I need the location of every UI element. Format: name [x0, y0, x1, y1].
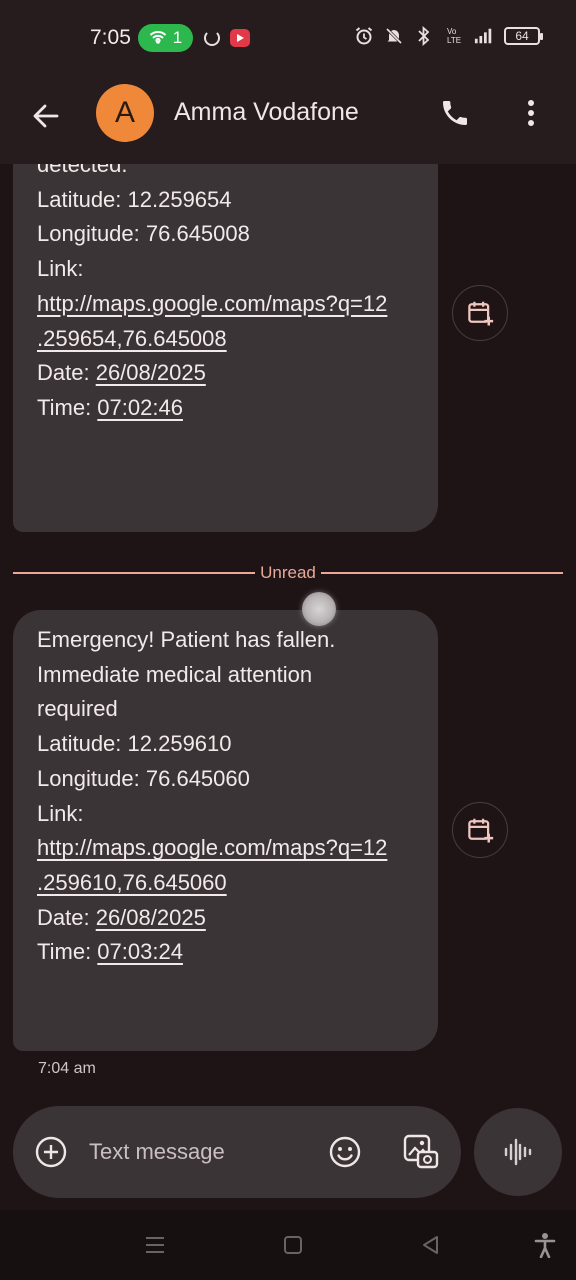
hotspot-badge: 1 [138, 24, 193, 52]
conversation-header: A Amma Vodafone [0, 76, 576, 164]
status-time: 7:05 [90, 26, 131, 49]
message-line: Date: 26/08/2025 [37, 904, 206, 930]
message-line: Latitude: 12.259654 [37, 186, 232, 212]
emoji-button[interactable] [327, 1134, 363, 1170]
add-attachment-button[interactable] [33, 1134, 69, 1170]
map-link[interactable]: http://maps.google.com/maps?q=12 [37, 291, 387, 316]
calendar-add-icon [468, 818, 494, 843]
battery-level: 64 [515, 29, 529, 43]
map-link[interactable]: .259654,76.645008 [37, 326, 227, 351]
volte-icon: Vo LTE [444, 26, 464, 46]
phone-icon [443, 101, 467, 125]
screen-record-icon [230, 29, 250, 47]
waveform-icon [504, 1138, 532, 1166]
message-bubble[interactable]: detected. Latitude: 12.259654 Longitude:… [13, 164, 438, 532]
message-line: Link: [37, 256, 84, 282]
mute-icon [384, 26, 404, 46]
message-input[interactable] [89, 1136, 309, 1168]
sync-icon [204, 30, 220, 46]
status-icons: Vo LTE 64 [354, 26, 543, 46]
message-line: Time: 07:02:46 [37, 394, 183, 420]
map-link[interactable]: http://maps.google.com/maps?q=12 [37, 835, 387, 860]
message-line: Longitude: 76.645008 [37, 221, 250, 247]
status-bar: 7:05 1 Vo LTE 64 [0, 0, 576, 76]
gallery-button[interactable] [401, 1132, 441, 1172]
accessibility-button[interactable] [532, 1232, 558, 1258]
touch-indicator [302, 592, 336, 626]
message-line: Longitude: 76.645060 [37, 765, 250, 791]
svg-text:Vo: Vo [447, 27, 457, 36]
date-link[interactable]: 26/08/2025 [96, 360, 206, 385]
time-link[interactable]: 07:02:46 [97, 395, 183, 420]
gallery-icon [403, 1134, 439, 1169]
date-link[interactable]: 26/08/2025 [96, 905, 206, 930]
message-line: Date: 26/08/2025 [37, 360, 206, 386]
avatar-letter: A [114, 96, 135, 129]
bluetooth-icon [414, 26, 434, 46]
accessibility-icon [534, 1233, 556, 1258]
more-vert-icon [528, 100, 534, 126]
voice-message-button[interactable] [474, 1108, 562, 1196]
message-line: Link: [37, 800, 84, 826]
back-nav-button[interactable] [418, 1232, 444, 1258]
plus-circle-icon [35, 1136, 67, 1168]
recents-button[interactable] [142, 1232, 168, 1258]
signal-icon [474, 26, 494, 46]
message-timestamp: 7:04 am [38, 1060, 96, 1077]
battery-icon: 64 [504, 27, 543, 45]
message-line: Immediate medical attention [37, 661, 313, 687]
time-link[interactable]: 07:03:24 [97, 939, 183, 964]
avatar[interactable]: A [96, 84, 154, 142]
message-thread[interactable]: detected. Latitude: 12.259654 Longitude:… [0, 164, 576, 1094]
menu-lines-icon [146, 1237, 164, 1253]
add-to-calendar-button[interactable] [452, 285, 508, 341]
message-line: Time: 07:03:24 [37, 939, 183, 965]
hotspot-count: 1 [172, 28, 183, 47]
home-button[interactable] [280, 1232, 306, 1258]
message-line: Emergency! Patient has fallen. [37, 627, 336, 652]
add-to-calendar-button[interactable] [452, 802, 508, 858]
back-triangle-icon [423, 1236, 438, 1254]
svg-text:LTE: LTE [447, 36, 461, 45]
message-line: required [37, 696, 118, 722]
unread-divider: Unread [13, 562, 564, 584]
system-nav-bar [0, 1210, 576, 1280]
message-line: detected. [37, 164, 128, 177]
unread-label: Unread [260, 563, 316, 582]
home-square-icon [284, 1236, 302, 1254]
more-options-button[interactable] [512, 94, 550, 132]
compose-bar [13, 1106, 461, 1198]
call-button[interactable] [436, 94, 474, 132]
calendar-add-icon [468, 301, 494, 326]
contact-name[interactable]: Amma Vodafone [174, 98, 359, 127]
back-arrow-icon [33, 104, 59, 128]
message-line: Latitude: 12.259610 [37, 731, 232, 757]
hotspot-icon [149, 31, 166, 44]
alarm-icon [354, 26, 374, 46]
back-button[interactable] [28, 98, 64, 134]
emoji-icon [329, 1136, 361, 1168]
map-link[interactable]: .259610,76.645060 [37, 870, 227, 895]
message-bubble[interactable]: Emergency! Patient has fallen. Immediate… [13, 610, 438, 1051]
